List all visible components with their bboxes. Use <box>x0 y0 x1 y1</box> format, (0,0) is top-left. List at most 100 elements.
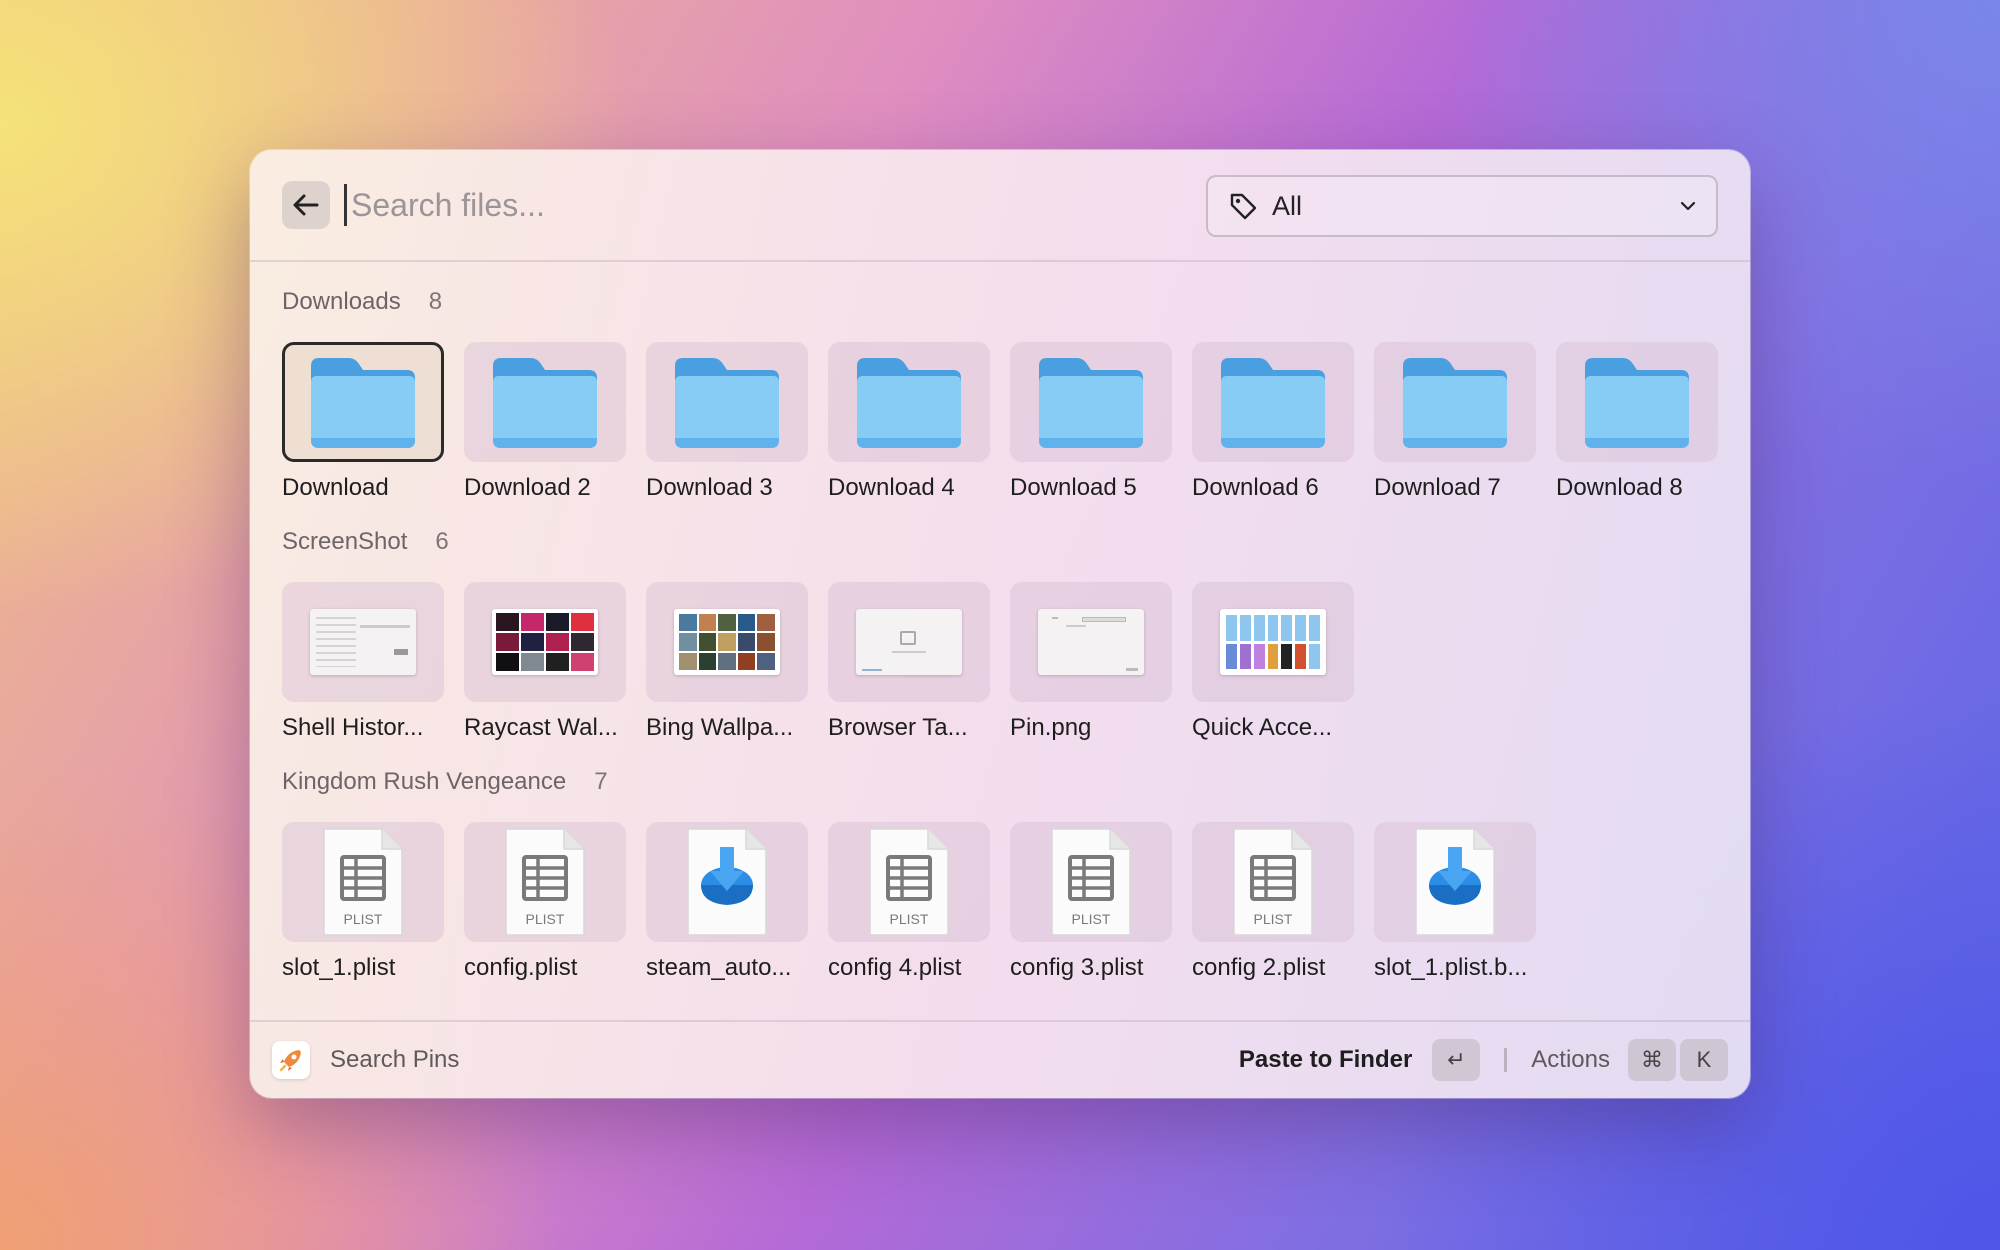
file-tile[interactable]: Quick Acce... <box>1192 582 1354 742</box>
file-tile[interactable]: PLIST slot_1.plist <box>282 822 444 982</box>
downloads-grid: Download Download 2 Download 3 Download … <box>282 342 1718 502</box>
enter-key-badge: ↵ <box>1432 1039 1481 1081</box>
screenshot-thumbnail <box>1192 582 1354 702</box>
file-tile[interactable]: Download 8 <box>1556 342 1718 502</box>
plist-file-icon: PLIST <box>828 822 990 942</box>
svg-text:PLIST: PLIST <box>344 911 383 927</box>
search-header: All <box>250 150 1750 262</box>
file-name: Download 5 <box>1010 474 1137 501</box>
file-name: config 4.plist <box>828 954 962 981</box>
file-tile[interactable]: Pin.png <box>1010 582 1172 742</box>
back-button[interactable] <box>282 181 330 229</box>
section-header-downloads: Downloads 8 <box>282 288 1718 322</box>
file-name: Browser Ta... <box>828 714 968 741</box>
folder-icon <box>1374 342 1536 462</box>
file-tile[interactable]: Download 4 <box>828 342 990 502</box>
file-name: slot_1.plist.b... <box>1374 954 1528 981</box>
screenshot-thumbnail <box>282 582 444 702</box>
screenshot-grid: Shell Histor... Raycast Wal... Bing Wallpa… <box>282 582 1718 742</box>
file-name: Download 8 <box>1556 474 1683 501</box>
arrow-left-icon <box>293 194 319 216</box>
divider <box>1504 1048 1508 1072</box>
section-title: Kingdom Rush Vengeance <box>282 768 567 795</box>
file-name: Download 3 <box>646 474 773 501</box>
plist-file-icon: PLIST <box>282 822 444 942</box>
file-name: Quick Acce... <box>1192 714 1333 741</box>
file-name: steam_auto... <box>646 954 792 981</box>
section-header-kingdom-rush: Kingdom Rush Vengeance 7 <box>282 768 1718 802</box>
file-tile[interactable]: Download 7 <box>1374 342 1536 502</box>
plist-file-icon: PLIST <box>464 822 626 942</box>
file-name: config 3.plist <box>1010 954 1144 981</box>
section-count: 6 <box>435 528 449 555</box>
plist-file-icon: PLIST <box>1192 822 1354 942</box>
footer-bar: Search Pins Paste to Finder ↵ Actions ⌘ … <box>250 1020 1750 1098</box>
folder-icon <box>464 342 626 462</box>
tag-icon <box>1230 193 1257 220</box>
folder-icon <box>1010 342 1172 462</box>
kingdom-rush-grid: PLIST slot_1.plist PLIST config.plist st… <box>282 822 1718 982</box>
section-header-screenshot: ScreenShot 6 <box>282 528 1718 562</box>
rocket-icon <box>272 1041 310 1079</box>
section-count: 7 <box>594 768 608 795</box>
file-tile[interactable]: Bing Wallpa... <box>646 582 808 742</box>
file-tile[interactable]: PLIST config 3.plist <box>1010 822 1172 982</box>
screenshot-thumbnail <box>464 582 626 702</box>
svg-text:PLIST: PLIST <box>1072 911 1111 927</box>
actions-button[interactable]: Actions <box>1531 1046 1610 1074</box>
file-tile[interactable]: Browser Ta... <box>828 582 990 742</box>
search-pins-label: Search Pins <box>330 1046 460 1073</box>
file-name: Bing Wallpa... <box>646 714 794 741</box>
folder-icon <box>1192 342 1354 462</box>
file-name: Raycast Wal... <box>464 714 618 741</box>
file-name: Shell Histor... <box>282 714 424 741</box>
results-list: Downloads 8 Download Download 2 Download… <box>250 262 1750 982</box>
filter-value: All <box>1272 190 1303 221</box>
download-file-icon <box>1374 822 1536 942</box>
plist-file-icon: PLIST <box>1010 822 1172 942</box>
folder-icon <box>828 342 990 462</box>
search-input[interactable] <box>351 186 1151 224</box>
file-tile[interactable]: Download 6 <box>1192 342 1354 502</box>
paste-to-finder-button[interactable]: Paste to Finder <box>1239 1046 1412 1074</box>
k-key-badge: K <box>1680 1039 1728 1081</box>
file-name: Download <box>282 474 389 501</box>
file-tile[interactable]: PLIST config 2.plist <box>1192 822 1354 982</box>
section-count: 8 <box>428 288 443 315</box>
file-tile[interactable]: Raycast Wal... <box>464 582 626 742</box>
file-name: config.plist <box>464 954 578 981</box>
svg-text:PLIST: PLIST <box>526 911 565 927</box>
file-tile[interactable]: slot_1.plist.b... <box>1374 822 1536 982</box>
file-name: config 2.plist <box>1192 954 1326 981</box>
file-tile[interactable]: PLIST config.plist <box>464 822 626 982</box>
screenshot-thumbnail <box>646 582 808 702</box>
file-tile[interactable]: Download 3 <box>646 342 808 502</box>
file-tile[interactable]: steam_auto... <box>646 822 808 982</box>
file-tile[interactable]: Shell Histor... <box>282 582 444 742</box>
search-pins-window: All Downloads 8 Download Download 2 Down… <box>250 150 1750 1098</box>
chevron-down-icon <box>1680 201 1696 211</box>
file-name: Download 7 <box>1374 474 1501 501</box>
svg-text:PLIST: PLIST <box>890 911 929 927</box>
download-file-icon <box>646 822 808 942</box>
svg-text:PLIST: PLIST <box>1254 911 1293 927</box>
screenshot-thumbnail <box>828 582 990 702</box>
section-title: ScreenShot <box>282 528 408 555</box>
file-name: Download 4 <box>828 474 955 501</box>
folder-icon <box>282 342 444 462</box>
cmd-key-badge: ⌘ <box>1628 1039 1676 1081</box>
file-name: slot_1.plist <box>282 954 396 981</box>
file-tile[interactable]: Download 2 <box>464 342 626 502</box>
file-tile[interactable]: Download 5 <box>1010 342 1172 502</box>
file-name: Pin.png <box>1010 714 1092 741</box>
file-tile[interactable]: PLIST config 4.plist <box>828 822 990 982</box>
file-tile[interactable]: Download <box>282 342 444 502</box>
tag-filter-dropdown[interactable]: All <box>1206 175 1718 237</box>
folder-icon <box>1556 342 1718 462</box>
section-title: Downloads <box>282 288 401 315</box>
text-caret <box>344 184 347 226</box>
file-name: Download 6 <box>1192 474 1319 501</box>
file-name: Download 2 <box>464 474 591 501</box>
folder-icon <box>646 342 808 462</box>
screenshot-thumbnail <box>1010 582 1172 702</box>
